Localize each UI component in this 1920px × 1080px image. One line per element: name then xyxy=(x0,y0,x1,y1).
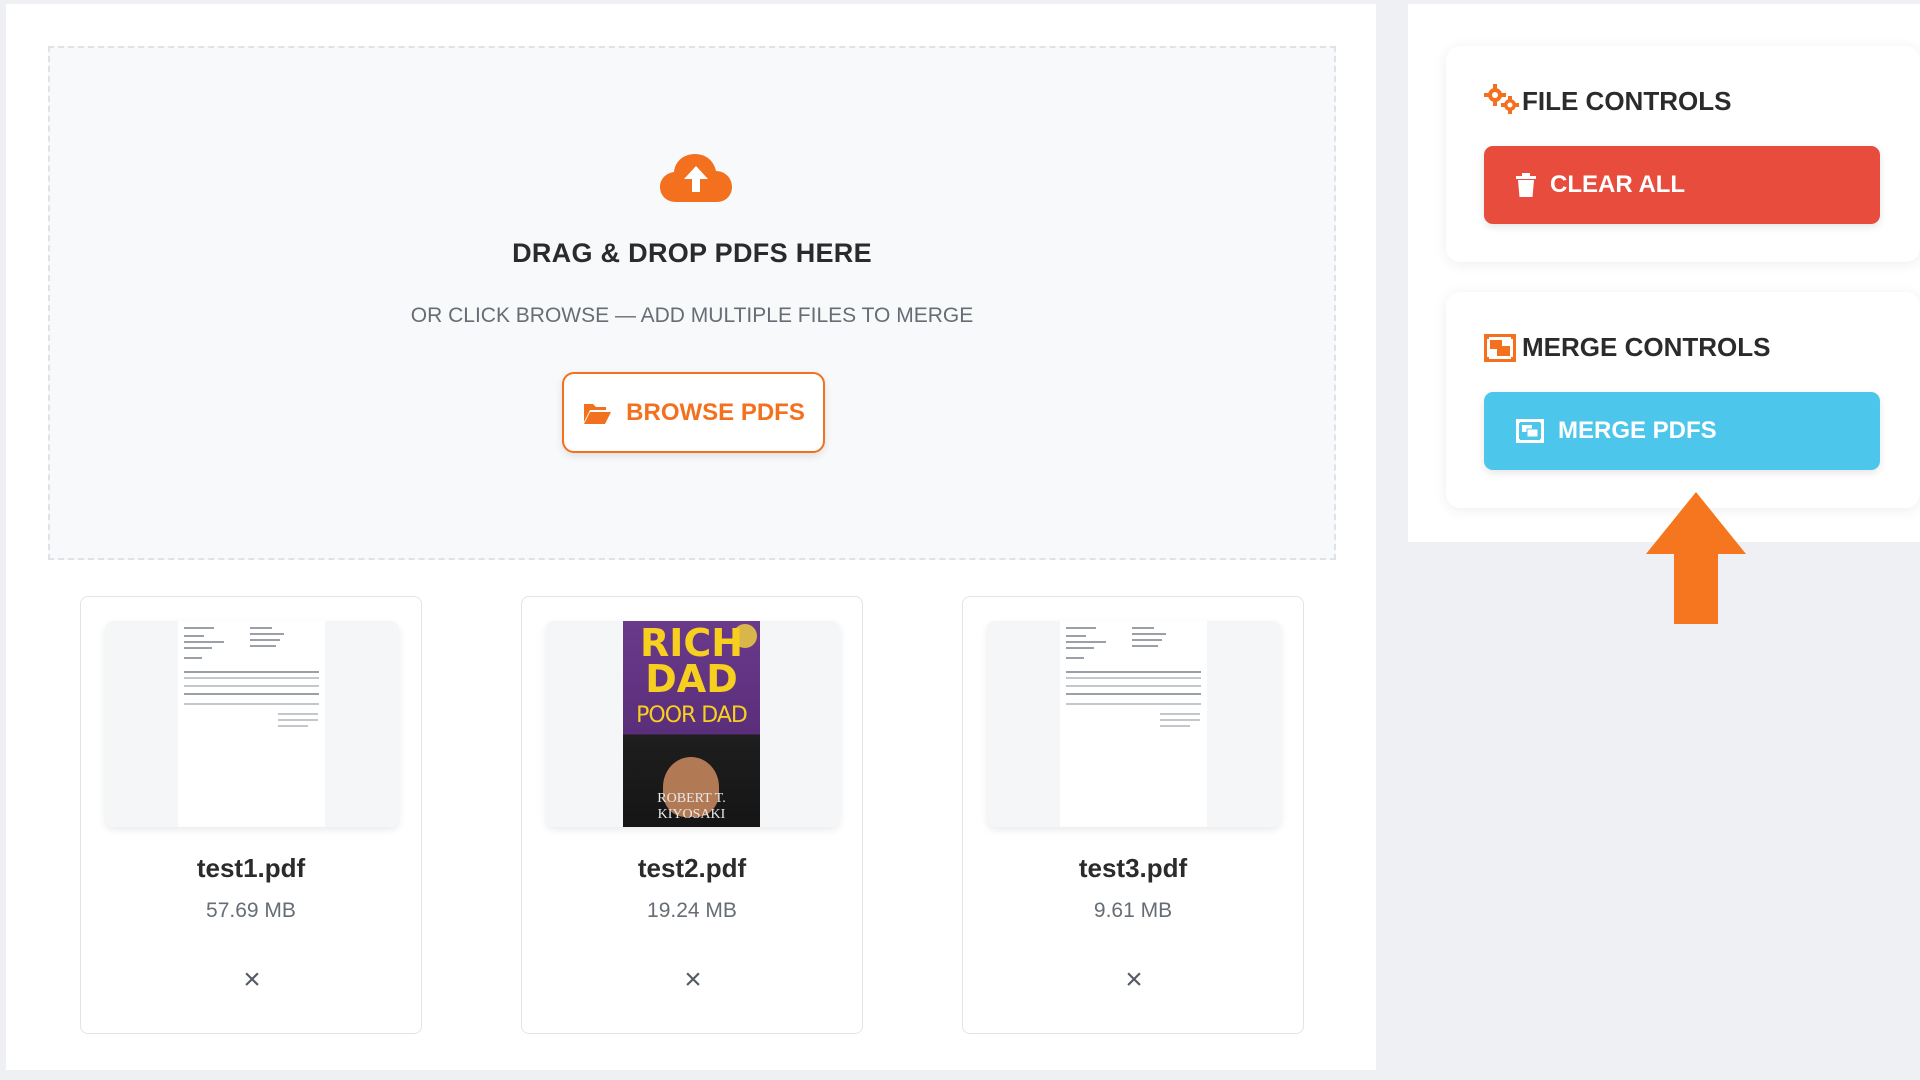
pdf-thumbnail xyxy=(987,621,1281,827)
merge-controls-card: MERGE CONTROLS MERGE PDFS xyxy=(1446,292,1920,508)
book-cover-title: RICH DAD xyxy=(639,621,744,701)
arrow-up-icon xyxy=(1646,492,1746,624)
file-name: test3.pdf xyxy=(1078,853,1188,883)
file-card: RICH DAD POOR DAD ROBERT T. KIYOSAKI tes… xyxy=(521,596,863,1034)
file-name: test1.pdf xyxy=(196,853,306,883)
remove-file-button[interactable]: × xyxy=(237,965,267,995)
cloud-upload-icon xyxy=(660,154,732,202)
merge-pdfs-button[interactable]: MERGE PDFS xyxy=(1484,392,1880,470)
dropzone-title: DRAG & DROP PDFS HERE xyxy=(512,238,872,268)
file-controls-title: FILE CONTROLS xyxy=(1522,86,1732,116)
clear-all-label: CLEAR ALL xyxy=(1550,171,1686,198)
clear-all-button[interactable]: CLEAR ALL xyxy=(1484,146,1880,224)
close-icon: × xyxy=(684,963,702,996)
remove-file-button[interactable]: × xyxy=(1119,965,1149,995)
close-icon: × xyxy=(1125,963,1143,996)
close-icon: × xyxy=(243,963,261,996)
object-group-icon xyxy=(1484,334,1516,362)
controls-sidebar: FILE CONTROLS CLEAR ALL MERGE CONTROLS M… xyxy=(1408,4,1920,542)
book-cover-author: ROBERT T. KIYOSAKI xyxy=(657,791,726,822)
file-card: test1.pdf 57.69 MB × xyxy=(80,596,422,1034)
book-cover-preview: RICH DAD POOR DAD ROBERT T. KIYOSAKI xyxy=(623,621,760,827)
dropzone-subtitle: OR CLICK BROWSE — ADD MULTIPLE FILES TO … xyxy=(410,304,974,327)
file-size: 19.24 MB xyxy=(647,899,737,922)
file-card: test3.pdf 9.61 MB × xyxy=(962,596,1304,1034)
document-page-preview xyxy=(1060,621,1207,827)
book-cover-subtitle: POOR DAD xyxy=(636,703,748,728)
file-controls-card: FILE CONTROLS CLEAR ALL xyxy=(1446,46,1920,262)
main-panel: DRAG & DROP PDFS HERE OR CLICK BROWSE — … xyxy=(6,4,1376,1070)
pdf-thumbnail xyxy=(105,621,399,827)
merge-pdfs-label: MERGE PDFS xyxy=(1558,417,1717,444)
folder-open-icon xyxy=(584,403,612,424)
trash-icon xyxy=(1516,173,1536,197)
gears-icon xyxy=(1484,84,1519,114)
pdf-thumbnail: RICH DAD POOR DAD ROBERT T. KIYOSAKI xyxy=(546,621,840,827)
object-group-icon xyxy=(1516,419,1544,443)
file-size: 9.61 MB xyxy=(1093,899,1173,922)
file-size: 57.69 MB xyxy=(206,899,296,922)
pdf-dropzone[interactable]: DRAG & DROP PDFS HERE OR CLICK BROWSE — … xyxy=(48,46,1336,560)
file-name: test2.pdf xyxy=(637,853,747,883)
document-page-preview xyxy=(178,621,325,827)
remove-file-button[interactable]: × xyxy=(678,965,708,995)
browse-pdfs-label: BROWSE PDFS xyxy=(626,398,805,426)
browse-pdfs-button[interactable]: BROWSE PDFS xyxy=(562,372,825,453)
merge-controls-title: MERGE CONTROLS xyxy=(1522,332,1771,362)
